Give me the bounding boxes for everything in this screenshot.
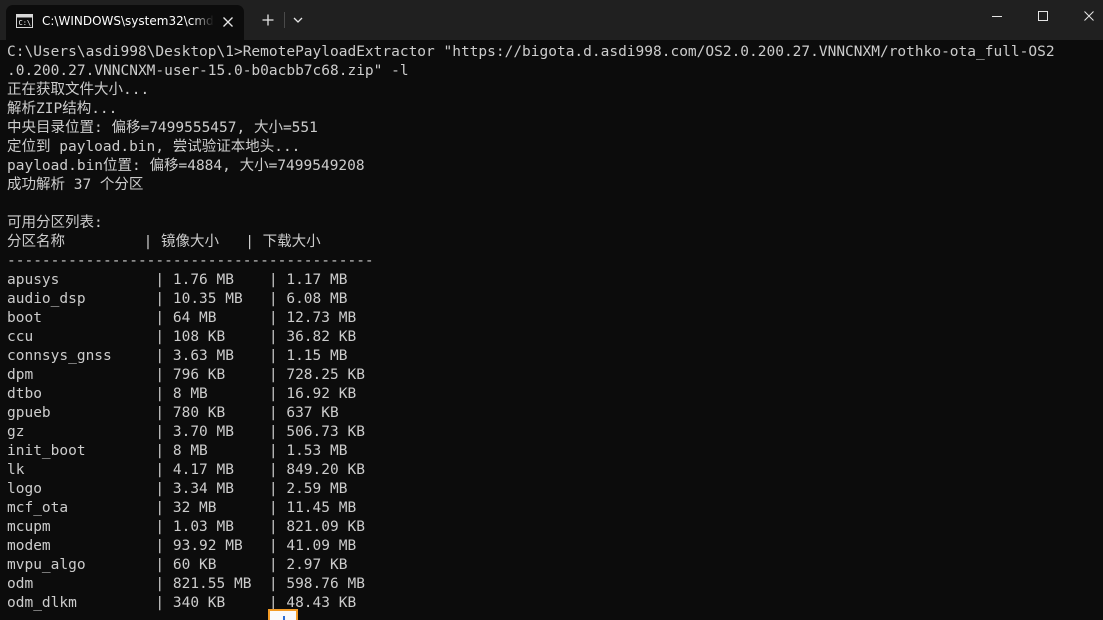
maximize-icon	[1038, 11, 1048, 21]
console-line: 定位到 payload.bin, 尝试验证本地头...	[7, 139, 301, 155]
maximize-button[interactable]	[1020, 0, 1066, 32]
console-line: gz | 3.70 MB | 506.73 KB	[7, 424, 365, 440]
console-line: odm | 821.55 MB | 598.76 MB	[7, 576, 365, 592]
close-icon	[1084, 11, 1094, 21]
console-line: ccu | 108 KB | 36.82 KB	[7, 329, 357, 345]
console-line: modem | 93.92 MB | 41.09 MB	[7, 538, 357, 554]
console-line: ----------------------------------------…	[7, 253, 374, 269]
console-line: gpueb | 780 KB | 637 KB	[7, 405, 339, 421]
tab-separator	[284, 12, 285, 28]
console-line: payload.bin位置: 偏移=4884, 大小=7499549208	[7, 158, 365, 174]
console-line: boot | 64 MB | 12.73 MB	[7, 310, 357, 326]
tab-cmd[interactable]: C:\ C:\WINDOWS\system32\cmd.exe	[6, 5, 244, 40]
close-window-button[interactable]	[1066, 0, 1103, 32]
plus-icon	[262, 14, 274, 26]
console-line: 成功解析 37 个分区	[7, 177, 144, 193]
chevron-down-icon	[293, 17, 303, 23]
console-line: 可用分区列表:	[7, 215, 103, 231]
console-line: dpm | 796 KB | 728.25 KB	[7, 367, 365, 383]
console-output[interactable]: C:\Users\asdi998\Desktop\1>RemotePayload…	[7, 43, 1101, 620]
console-line: connsys_gnss | 3.63 MB | 1.15 MB	[7, 348, 348, 364]
tab-dropdown-button[interactable]	[289, 10, 307, 30]
cursor-caret	[283, 616, 285, 620]
minimize-button[interactable]	[974, 0, 1020, 32]
console-line: 正在获取文件大小...	[7, 82, 150, 98]
console-line: 解析ZIP结构...	[7, 101, 118, 117]
close-tab-icon[interactable]	[218, 12, 238, 32]
minimize-icon	[992, 16, 1002, 17]
console-line: lk | 4.17 MB | 849.20 KB	[7, 462, 365, 478]
console-line: dtbo | 8 MB | 16.92 KB	[7, 386, 357, 402]
title-bar[interactable]: C:\ C:\WINDOWS\system32\cmd.exe	[0, 0, 1103, 40]
console-line: 中央目录位置: 偏移=7499555457, 大小=551	[7, 120, 318, 136]
console-line: audio_dsp | 10.35 MB | 6.08 MB	[7, 291, 348, 307]
console-line: mcupm | 1.03 MB | 821.09 KB	[7, 519, 365, 535]
console-line: init_boot | 8 MB | 1.53 MB	[7, 443, 348, 459]
cmd-prompt-icon: C:\	[16, 14, 33, 28]
terminal-window: C:\ C:\WINDOWS\system32\cmd.exe	[0, 0, 1103, 620]
new-tab-button[interactable]	[258, 10, 278, 30]
tab-title-fade	[192, 11, 214, 31]
console-line: mvpu_algo | 60 KB | 2.97 KB	[7, 557, 348, 573]
console-line: apusys | 1.76 MB | 1.17 MB	[7, 272, 348, 288]
mouse-cursor	[268, 609, 298, 620]
console-line: logo | 3.34 MB | 2.59 MB	[7, 481, 348, 497]
tab-title: C:\WINDOWS\system32\cmd.exe	[42, 14, 214, 28]
console-line: 分区名称 | 镜像大小 | 下载大小	[7, 234, 321, 250]
console-line: odm_dlkm | 340 KB | 48.43 KB	[7, 595, 357, 611]
svg-text:C:\: C:\	[19, 19, 32, 27]
console-line: C:\Users\asdi998\Desktop\1>RemotePayload…	[7, 44, 1055, 60]
console-line: mcf_ota | 32 MB | 11.45 MB	[7, 500, 357, 516]
console-line: .0.200.27.VNNCNXM-user-15.0-b0acbb7c68.z…	[7, 63, 409, 79]
